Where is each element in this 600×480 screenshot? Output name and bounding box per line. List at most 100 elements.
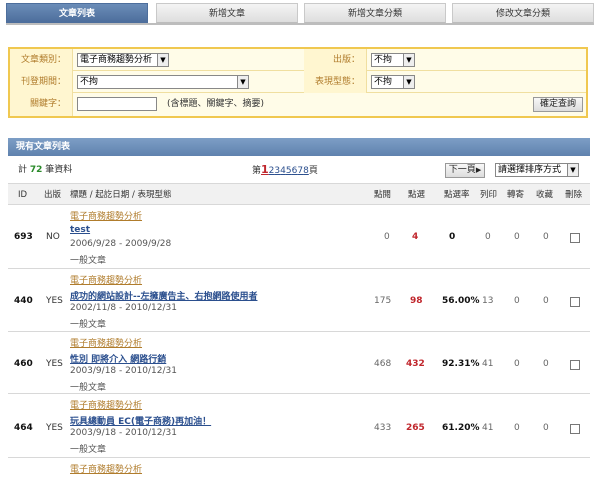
publish-select-value: 不拘	[374, 55, 393, 65]
row-category-link[interactable]: 電子商務趨勢分析	[70, 462, 142, 475]
page-suffix: 頁	[308, 166, 318, 176]
period-label: 刊登期間：	[10, 71, 72, 93]
row-type: 一般文章	[70, 256, 107, 266]
count-prefix: 計	[18, 165, 28, 175]
table-row: 電子商務趨勢分析 693 NO test 2006/9/28 - 2009/9/…	[8, 205, 590, 269]
row-send: 0	[514, 232, 520, 242]
row-print: 41	[482, 423, 494, 433]
row-category-link[interactable]: 電子商務趨勢分析	[70, 273, 142, 286]
category-label: 文章類別：	[10, 49, 72, 71]
col-views: 點閱	[374, 190, 392, 200]
col-rate: 點選率	[444, 190, 470, 200]
col-send: 轉寄	[507, 190, 525, 200]
tab-article-list[interactable]: 文章列表	[6, 3, 148, 23]
table-header: ID 出版 標題 / 起訖日期 / 表現型態 點閱 點選 點選率 列印 轉寄 收…	[8, 183, 590, 205]
row-print: 41	[482, 359, 494, 369]
tab-bar: 文章列表 新增文章 新增文章分類 修改文章分類	[6, 3, 594, 23]
row-title-link[interactable]: 成功的網站設計--左擁廣告主、右抱網路使用者	[70, 289, 257, 302]
table-row: 電子商務趨勢分析 464 YES 玩具總動員 EC(電子商務)再加油！ 2003…	[8, 394, 590, 458]
page-prefix: 第	[252, 166, 262, 176]
row-views: 0	[384, 232, 390, 242]
tab-add-category[interactable]: 新增文章分類	[304, 3, 446, 23]
next-page-label: 下一頁	[448, 165, 476, 175]
row-title-link[interactable]: 性別 即將介入 網路行銷	[70, 352, 166, 365]
count-value: 72	[29, 165, 43, 175]
row-title-link[interactable]: test	[70, 225, 90, 235]
row-category-link[interactable]: 電子商務趨勢分析	[70, 398, 142, 411]
row-rate: 92.31%	[442, 359, 480, 369]
publish-select[interactable]: 不拘 ▼	[371, 53, 415, 67]
row-send: 0	[514, 296, 520, 306]
row-publish: YES	[46, 296, 63, 306]
period-select[interactable]: 不拘 ▼	[77, 75, 249, 89]
query-button[interactable]: 確定查詢	[533, 97, 583, 112]
row-views: 468	[374, 359, 392, 369]
row-dates: 2006/9/28 - 2009/9/28	[70, 239, 172, 249]
col-del: 刪除	[565, 190, 583, 200]
row-id: 464	[14, 423, 33, 433]
col-title: 標題 / 起訖日期 / 表現型態	[70, 190, 172, 200]
keyword-label: 關鍵字：	[10, 93, 72, 116]
row-publish: NO	[46, 232, 60, 242]
format-select-value: 不拘	[374, 77, 393, 87]
filter-panel: 文章類別： 電子商務趨勢分析 ▼ 出版： 不拘 ▼ 刊登期間： 不拘 ▼ 表現型…	[8, 47, 588, 118]
row-fav: 0	[543, 359, 549, 369]
chevron-down-icon: ▼	[403, 54, 414, 66]
page-current: 1	[261, 163, 269, 176]
row-picks: 98	[410, 296, 423, 306]
tab-add-article[interactable]: 新增文章	[156, 3, 298, 23]
tab-edit-category[interactable]: 修改文章分類	[452, 3, 594, 23]
col-fav: 收藏	[536, 190, 554, 200]
row-delete-checkbox[interactable]	[570, 424, 580, 434]
row-send: 0	[514, 423, 520, 433]
count-suffix: 筆資料	[45, 165, 73, 175]
row-print: 0	[485, 232, 491, 242]
row-category-link[interactable]: 電子商務趨勢分析	[70, 209, 142, 222]
record-count: 計 72 筆資料	[18, 160, 72, 180]
table-row: 電子商務趨勢分析 460 YES 性別 即將介入 網路行銷 2003/9/18 …	[8, 332, 590, 394]
row-type: 一般文章	[70, 445, 107, 455]
row-print: 13	[482, 296, 494, 306]
col-publish: 出版	[44, 190, 62, 200]
row-picks: 432	[406, 359, 425, 369]
col-print: 列印	[480, 190, 498, 200]
keyword-hint: (含標題、關鍵字、摘要)	[167, 99, 265, 109]
keyword-input[interactable]	[77, 97, 157, 111]
row-fav: 0	[543, 232, 549, 242]
row-picks: 4	[412, 232, 419, 242]
row-dates: 2003/9/18 - 2010/12/31	[70, 366, 177, 376]
next-page-button[interactable]: 下一頁▶	[445, 163, 485, 178]
list-title: 現有文章列表	[8, 138, 590, 156]
col-picks: 點選	[408, 190, 426, 200]
row-rate: 56.00%	[442, 296, 480, 306]
row-id: 460	[14, 359, 33, 369]
row-views: 433	[374, 423, 392, 433]
format-select[interactable]: 不拘 ▼	[371, 75, 415, 89]
col-id: ID	[18, 190, 28, 200]
category-select-value: 電子商務趨勢分析	[80, 55, 153, 65]
list-summary: 計 72 筆資料 第12345678頁 下一頁▶ 請選擇排序方式 ▼	[8, 160, 590, 180]
row-picks: 265	[406, 423, 425, 433]
category-select[interactable]: 電子商務趨勢分析 ▼	[77, 53, 169, 67]
row-delete-checkbox[interactable]	[570, 360, 580, 370]
chevron-down-icon: ▼	[567, 164, 578, 176]
row-title-link[interactable]: 玩具總動員 EC(電子商務)再加油！	[70, 414, 211, 427]
row-rate: 61.20%	[442, 423, 480, 433]
chevron-down-icon: ▼	[403, 76, 414, 88]
row-send: 0	[514, 359, 520, 369]
sort-select-value: 請選擇排序方式	[498, 165, 562, 175]
row-id: 693	[14, 232, 33, 242]
row-dates: 2002/11/8 - 2010/12/31	[70, 303, 177, 313]
chevron-down-icon: ▼	[237, 76, 248, 88]
row-delete-checkbox[interactable]	[570, 297, 580, 307]
row-category-link[interactable]: 電子商務趨勢分析	[70, 336, 142, 349]
sort-select[interactable]: 請選擇排序方式 ▼	[495, 163, 579, 177]
triangle-right-icon: ▶	[475, 166, 482, 174]
row-delete-checkbox[interactable]	[570, 233, 580, 243]
chevron-down-icon: ▼	[157, 54, 168, 66]
period-select-value: 不拘	[80, 77, 99, 87]
table-row: 電子商務趨勢分析 440 YES 成功的網站設計--左擁廣告主、右抱網路使用者 …	[8, 269, 590, 332]
row-dates: 2003/9/18 - 2010/12/31	[70, 428, 177, 438]
tab-divider	[6, 23, 594, 25]
row-type: 一般文章	[70, 320, 107, 330]
